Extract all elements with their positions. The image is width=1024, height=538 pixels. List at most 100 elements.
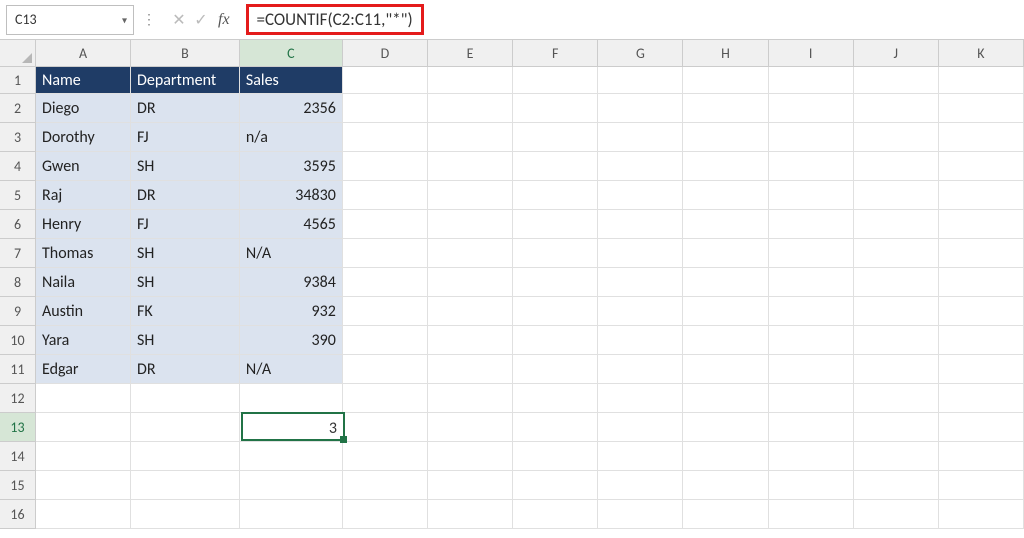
cell-K7[interactable] [939, 239, 1024, 268]
cell-B7[interactable]: SH [131, 239, 240, 268]
cell-J4[interactable] [854, 152, 939, 181]
cell-G3[interactable] [598, 123, 683, 152]
cell-C13[interactable] [240, 413, 343, 442]
formula-input[interactable]: =COUNTIF(C2:C11,"*") [246, 5, 1018, 35]
cell-B9[interactable]: FK [131, 297, 240, 326]
row-header-9[interactable]: 9 [0, 297, 36, 326]
cell-G12[interactable] [598, 384, 683, 413]
cell-A15[interactable] [36, 471, 131, 500]
cell-E7[interactable] [428, 239, 513, 268]
cell-K10[interactable] [939, 326, 1024, 355]
cell-J14[interactable] [854, 442, 939, 471]
cell-C12[interactable] [240, 384, 343, 413]
column-header-I[interactable]: I [769, 40, 854, 67]
cell-J10[interactable] [854, 326, 939, 355]
cell-G5[interactable] [598, 181, 683, 210]
cell-H13[interactable] [683, 413, 768, 442]
cell-B14[interactable] [131, 442, 240, 471]
cell-J15[interactable] [854, 471, 939, 500]
cell-J6[interactable] [854, 210, 939, 239]
cell-G7[interactable] [598, 239, 683, 268]
cell-B11[interactable]: DR [131, 355, 240, 384]
cell-A6[interactable]: Henry [36, 210, 131, 239]
cell-G6[interactable] [598, 210, 683, 239]
chevron-down-icon[interactable]: ▾ [122, 13, 127, 26]
cell-K16[interactable] [939, 500, 1024, 529]
cell-A3[interactable]: Dorothy [36, 123, 131, 152]
cell-G11[interactable] [598, 355, 683, 384]
cell-G15[interactable] [598, 471, 683, 500]
cell-H8[interactable] [683, 268, 768, 297]
cell-F13[interactable] [513, 413, 598, 442]
cell-C7[interactable]: N/A [240, 239, 343, 268]
row-header-13[interactable]: 13 [0, 413, 36, 442]
cell-B1[interactable]: Department [131, 67, 240, 94]
cell-E6[interactable] [428, 210, 513, 239]
cancel-icon[interactable]: ✕ [170, 10, 188, 30]
cell-F5[interactable] [513, 181, 598, 210]
column-header-A[interactable]: A [36, 40, 131, 67]
cell-C4[interactable]: 3595 [240, 152, 343, 181]
row-header-10[interactable]: 10 [0, 326, 36, 355]
cell-D1[interactable] [343, 67, 428, 94]
cell-H6[interactable] [683, 210, 768, 239]
cell-B8[interactable]: SH [131, 268, 240, 297]
cell-F12[interactable] [513, 384, 598, 413]
cell-C5[interactable]: 34830 [240, 181, 343, 210]
cell-A2[interactable]: Diego [36, 94, 131, 123]
cell-D6[interactable] [343, 210, 428, 239]
cell-E5[interactable] [428, 181, 513, 210]
cell-D3[interactable] [343, 123, 428, 152]
cell-B4[interactable]: SH [131, 152, 240, 181]
cell-G1[interactable] [598, 67, 683, 94]
cell-K2[interactable] [939, 94, 1024, 123]
cell-E12[interactable] [428, 384, 513, 413]
cell-A8[interactable]: Naila [36, 268, 131, 297]
cell-C11[interactable]: N/A [240, 355, 343, 384]
cell-K15[interactable] [939, 471, 1024, 500]
cell-B13[interactable] [131, 413, 240, 442]
cell-B15[interactable] [131, 471, 240, 500]
cell-I3[interactable] [769, 123, 854, 152]
cell-K13[interactable] [939, 413, 1024, 442]
cell-D10[interactable] [343, 326, 428, 355]
cell-F2[interactable] [513, 94, 598, 123]
column-header-K[interactable]: K [939, 40, 1024, 67]
cell-H5[interactable] [683, 181, 768, 210]
cell-J16[interactable] [854, 500, 939, 529]
cell-J1[interactable] [854, 67, 939, 94]
cell-I12[interactable] [769, 384, 854, 413]
drag-handle-icon[interactable]: ⋮ [140, 11, 158, 28]
cell-K5[interactable] [939, 181, 1024, 210]
cell-H10[interactable] [683, 326, 768, 355]
cell-I16[interactable] [769, 500, 854, 529]
cell-B5[interactable]: DR [131, 181, 240, 210]
cell-H11[interactable] [683, 355, 768, 384]
cell-F1[interactable] [513, 67, 598, 94]
cell-J12[interactable] [854, 384, 939, 413]
cell-J11[interactable] [854, 355, 939, 384]
row-header-16[interactable]: 16 [0, 500, 36, 529]
row-header-15[interactable]: 15 [0, 471, 36, 500]
cell-K12[interactable] [939, 384, 1024, 413]
cell-J9[interactable] [854, 297, 939, 326]
cell-C14[interactable] [240, 442, 343, 471]
cell-D9[interactable] [343, 297, 428, 326]
row-header-11[interactable]: 11 [0, 355, 36, 384]
row-header-4[interactable]: 4 [0, 152, 36, 181]
cell-E2[interactable] [428, 94, 513, 123]
column-header-D[interactable]: D [343, 40, 428, 67]
cell-I14[interactable] [769, 442, 854, 471]
cell-A13[interactable] [36, 413, 131, 442]
column-header-G[interactable]: G [598, 40, 683, 67]
row-header-5[interactable]: 5 [0, 181, 36, 210]
cell-E9[interactable] [428, 297, 513, 326]
cell-F10[interactable] [513, 326, 598, 355]
cell-H3[interactable] [683, 123, 768, 152]
column-header-B[interactable]: B [131, 40, 240, 67]
cell-I10[interactable] [769, 326, 854, 355]
cell-H2[interactable] [683, 94, 768, 123]
row-header-3[interactable]: 3 [0, 123, 36, 152]
cell-D2[interactable] [343, 94, 428, 123]
cell-C15[interactable] [240, 471, 343, 500]
